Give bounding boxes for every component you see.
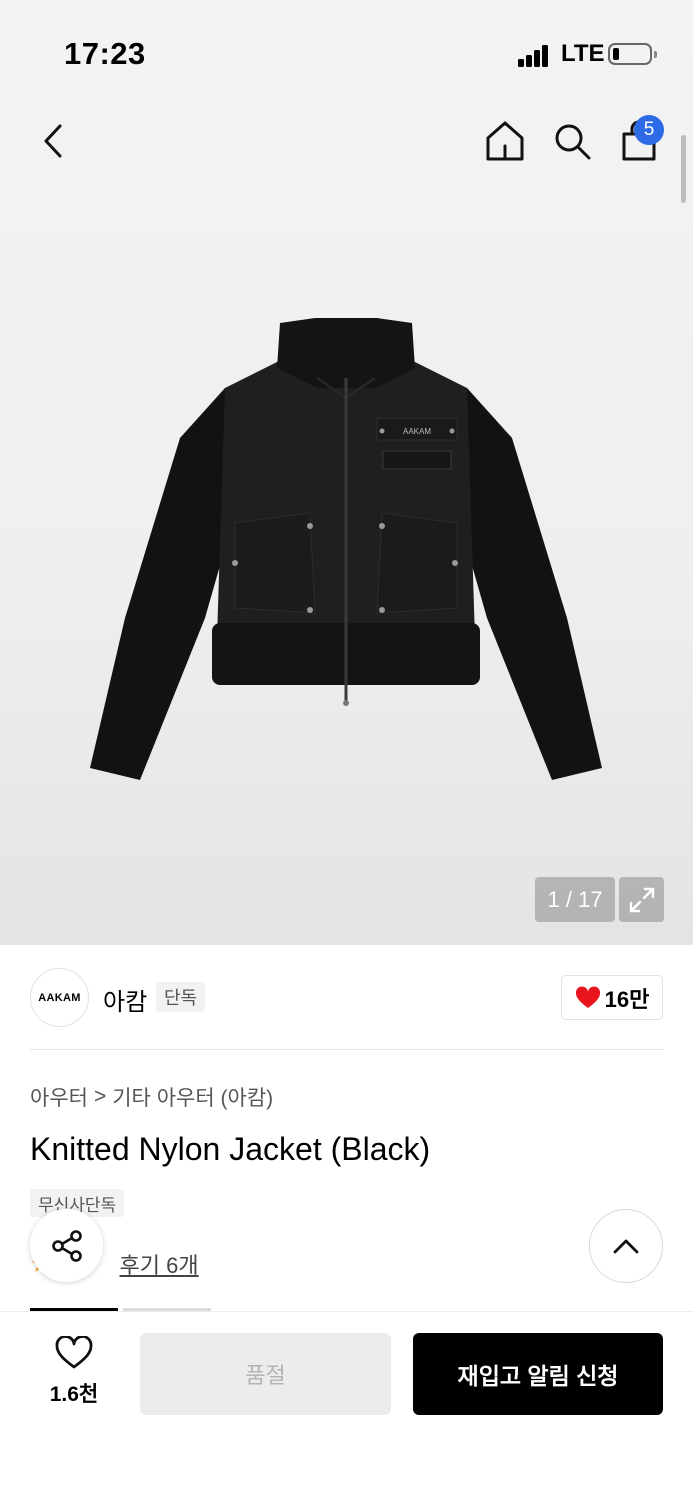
collar xyxy=(277,318,415,388)
restock-alert-button[interactable]: 재입고 알림 신청 xyxy=(413,1333,663,1415)
wishlist-count: 1.6천 xyxy=(49,1383,99,1406)
status-bar: 17:23 LTE xyxy=(0,0,693,110)
home-button[interactable] xyxy=(480,116,530,166)
product-photo: AAKAM xyxy=(90,318,602,780)
back-button[interactable] xyxy=(30,118,76,164)
status-time: 17:23 xyxy=(64,36,146,71)
wishlist-button[interactable]: 1.6천 xyxy=(38,1336,110,1408)
brand-like-button[interactable]: 16만 xyxy=(561,975,663,1020)
brand-logo[interactable]: AAKAM xyxy=(30,968,89,1027)
product-logo-text: AAKAM xyxy=(403,427,431,436)
signal-icon xyxy=(518,45,550,67)
divider xyxy=(30,1049,663,1050)
exclusive-badge: 단독 xyxy=(156,982,206,1012)
soldout-button: 품절 xyxy=(140,1333,391,1415)
network-label: LTE xyxy=(561,40,605,67)
share-icon xyxy=(51,1229,82,1262)
heart-outline-icon xyxy=(55,1336,93,1369)
right-sleeve xyxy=(467,388,602,780)
scroll-to-top-button[interactable] xyxy=(589,1209,663,1283)
review-count-link[interactable]: 후기 6개 xyxy=(120,1248,199,1280)
brand-like-count: 16만 xyxy=(604,986,650,1012)
share-button[interactable] xyxy=(30,1209,103,1282)
scrollbar[interactable] xyxy=(681,135,686,203)
battery-icon xyxy=(608,43,657,65)
expand-icon xyxy=(629,887,654,912)
chevron-left-icon xyxy=(44,124,62,158)
brand-logo-text: AAKAM xyxy=(38,991,81,1004)
breadcrumb: 아우터 > 기타 아우터 (아캄) xyxy=(30,1082,273,1112)
cart-count-badge: 5 xyxy=(634,115,664,145)
image-page-indicator: 1 / 17 xyxy=(535,877,615,922)
home-icon xyxy=(486,121,524,161)
product-title: Knitted Nylon Jacket (Black) xyxy=(30,1131,431,1167)
chevron-up-icon xyxy=(613,1239,639,1254)
search-button[interactable] xyxy=(547,116,597,166)
breadcrumb-category[interactable]: 아우터 xyxy=(30,1082,88,1112)
breadcrumb-subcategory[interactable]: 기타 아우터 (아캄) xyxy=(112,1082,273,1112)
heart-filled-icon xyxy=(575,985,600,1008)
left-sleeve xyxy=(90,388,225,780)
breadcrumb-separator: > xyxy=(93,1085,107,1108)
fullscreen-button[interactable] xyxy=(619,877,664,922)
search-icon xyxy=(555,124,591,160)
brand-name[interactable]: 아캄 xyxy=(103,982,147,1017)
